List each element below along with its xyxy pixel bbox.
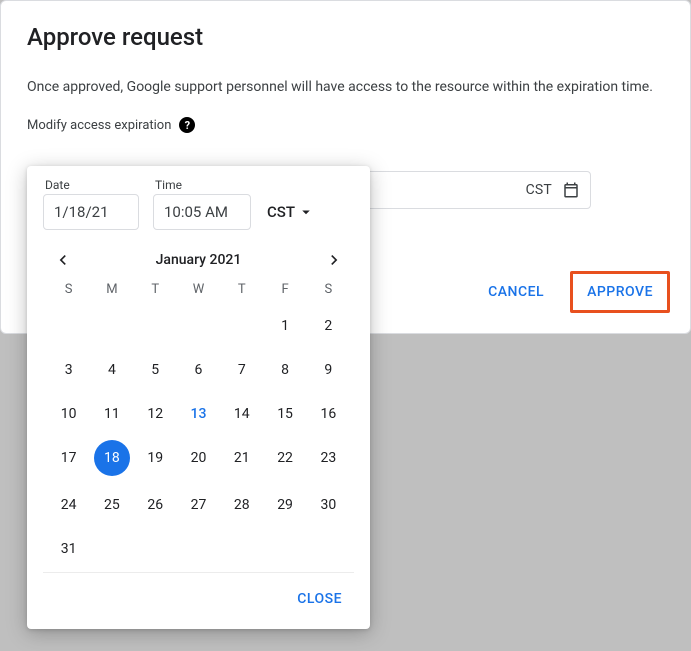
calendar-day[interactable]: 19 [137,443,173,473]
time-field: Time [153,178,251,230]
calendar-day-empty [94,311,130,341]
calendar-day[interactable]: 22 [267,443,303,473]
calendar-day-empty [310,534,346,564]
approve-button[interactable]: APPROVE [575,276,665,308]
timezone-select-label: CST [267,203,295,221]
calendar-day-empty [180,311,216,341]
date-field: Date [43,178,139,230]
day-of-week-header: S [47,282,90,297]
calendar-day[interactable]: 16 [310,399,346,429]
day-of-week-header: S [307,282,350,297]
calendar-day[interactable]: 10 [51,399,87,429]
calendar-day[interactable]: 21 [224,443,260,473]
day-of-week-header: F [263,282,306,297]
calendar-day-empty [137,534,173,564]
calendar-day[interactable]: 17 [51,443,87,473]
calendar-day[interactable]: 2 [310,311,346,341]
time-field-label: Time [153,178,251,192]
picker-inputs-row: Date Time CST [43,178,354,230]
calendar-day[interactable]: 20 [180,443,216,473]
modify-access-label: Modify access expiration [27,118,171,133]
calendar-day[interactable]: 7 [224,355,260,385]
calendar-day[interactable]: 6 [180,355,216,385]
calendar-day[interactable]: 5 [137,355,173,385]
time-input[interactable] [153,194,251,230]
cancel-button[interactable]: CANCEL [476,276,556,308]
day-of-week-header: W [177,282,220,297]
day-of-week-header: M [90,282,133,297]
calendar-day[interactable]: 25 [94,490,130,520]
calendar-icon[interactable] [562,181,580,199]
calendar-day-empty [137,311,173,341]
month-label: January 2021 [156,252,242,268]
prev-month-button[interactable] [51,248,75,272]
day-of-week-header: T [220,282,263,297]
calendar-day[interactable]: 15 [267,399,303,429]
timezone-select[interactable]: CST [267,194,315,230]
calendar-day[interactable]: 27 [180,490,216,520]
calendar-day-empty [51,311,87,341]
calendar-day[interactable]: 23 [310,443,346,473]
calendar-day[interactable]: 8 [267,355,303,385]
chevron-down-icon [297,203,315,221]
calendar-day-empty [94,534,130,564]
approve-highlight: APPROVE [570,271,670,313]
date-input[interactable] [43,194,139,230]
calendar-day-empty [267,534,303,564]
dialog-description: Once approved, Google support personnel … [27,79,664,95]
calendar-day-empty [224,534,260,564]
calendar-day[interactable]: 12 [137,399,173,429]
calendar-day[interactable]: 3 [51,355,87,385]
dialog-actions: CANCEL APPROVE [476,271,670,313]
date-picker-popover: Date Time CST January 2021 SMTWTFS123456… [27,166,370,629]
calendar-day[interactable]: 1 [267,311,303,341]
timezone-label: CST [526,182,552,198]
day-of-week-header: T [134,282,177,297]
dialog-title: Approve request [27,23,664,51]
calendar-day[interactable]: 18 [94,440,130,476]
calendar-day-empty [224,311,260,341]
calendar-day[interactable]: 31 [51,534,87,564]
calendar-day[interactable]: 26 [137,490,173,520]
help-icon[interactable]: ? [179,117,195,133]
next-month-button[interactable] [322,248,346,272]
calendar-day[interactable]: 29 [267,490,303,520]
calendar-grid: SMTWTFS123456789101112131415161718192021… [43,282,354,572]
date-field-label: Date [43,178,139,192]
close-button[interactable]: CLOSE [285,583,354,615]
modify-access-row: Modify access expiration ? [27,117,664,133]
calendar-day-empty [180,534,216,564]
calendar-day[interactable]: 13 [180,399,216,429]
calendar-day[interactable]: 30 [310,490,346,520]
calendar-day[interactable]: 14 [224,399,260,429]
calendar-day[interactable]: 24 [51,490,87,520]
picker-actions: CLOSE [43,572,354,621]
calendar-day[interactable]: 9 [310,355,346,385]
calendar-day[interactable]: 28 [224,490,260,520]
month-nav-row: January 2021 [51,248,346,272]
calendar-day[interactable]: 4 [94,355,130,385]
calendar-day[interactable]: 11 [94,399,130,429]
